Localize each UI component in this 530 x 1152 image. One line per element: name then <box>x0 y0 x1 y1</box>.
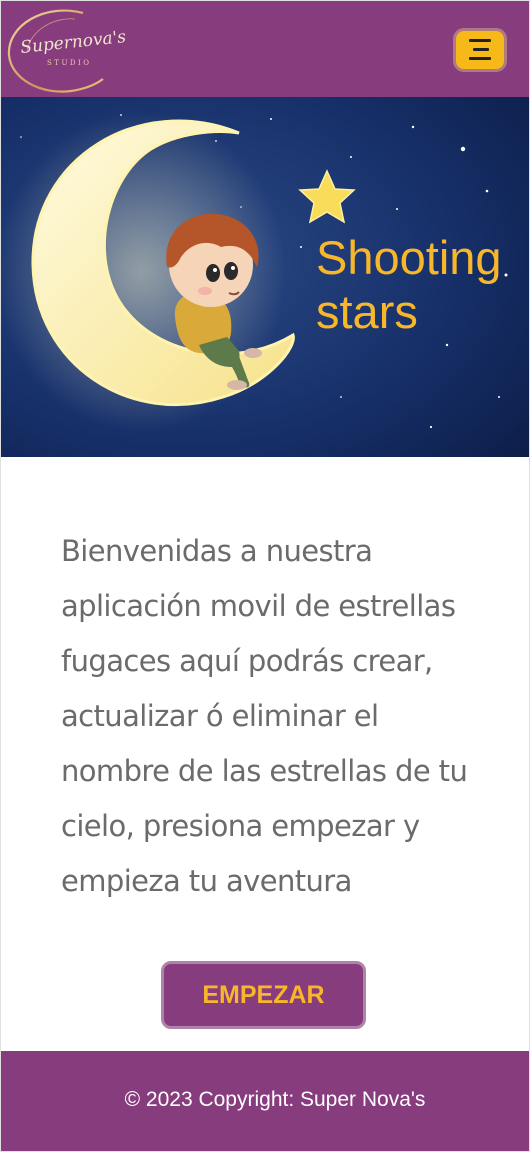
footer-copyright: © 2023 Copyright: Super Nova's <box>124 1088 426 1111</box>
footer: © 2023 Copyright: Super Nova's <box>1 1051 529 1151</box>
brand-subtitle: STUDIO <box>47 59 91 67</box>
hero-title: Shooting stars <box>316 231 521 339</box>
intro-line: fugaces aquí podrás crear, <box>61 644 433 678</box>
hero-title-line2: stars <box>316 285 418 338</box>
start-button[interactable]: EMPEZAR <box>161 961 366 1029</box>
intro-line: empieza tu aventura <box>61 864 352 898</box>
brand-name-script: Supernova's <box>19 27 125 58</box>
hero-title-line1: Shooting <box>316 231 502 284</box>
intro-text: Bienvenidas a nuestra aplicación movil d… <box>61 524 501 909</box>
intro-line: cielo, presiona empezar y <box>61 809 420 843</box>
hero-banner: Shooting stars <box>1 97 529 457</box>
intro-line: Bienvenidas a nuestra <box>61 534 373 568</box>
navbar: Supernova's STUDIO <box>1 1 529 97</box>
intro-line: nombre de las estrellas de tu <box>61 754 468 788</box>
app-frame: Supernova's STUDIO Shooting stars Bienve… <box>0 0 530 1152</box>
intro-line: aplicación movil de estrellas <box>61 589 456 623</box>
brand-logo-emblem: Supernova's STUDIO <box>7 9 127 93</box>
menu-button[interactable] <box>453 28 507 72</box>
intro-line: actualizar ó eliminar el <box>61 699 379 733</box>
brand-logo[interactable]: Supernova's STUDIO <box>5 7 127 93</box>
